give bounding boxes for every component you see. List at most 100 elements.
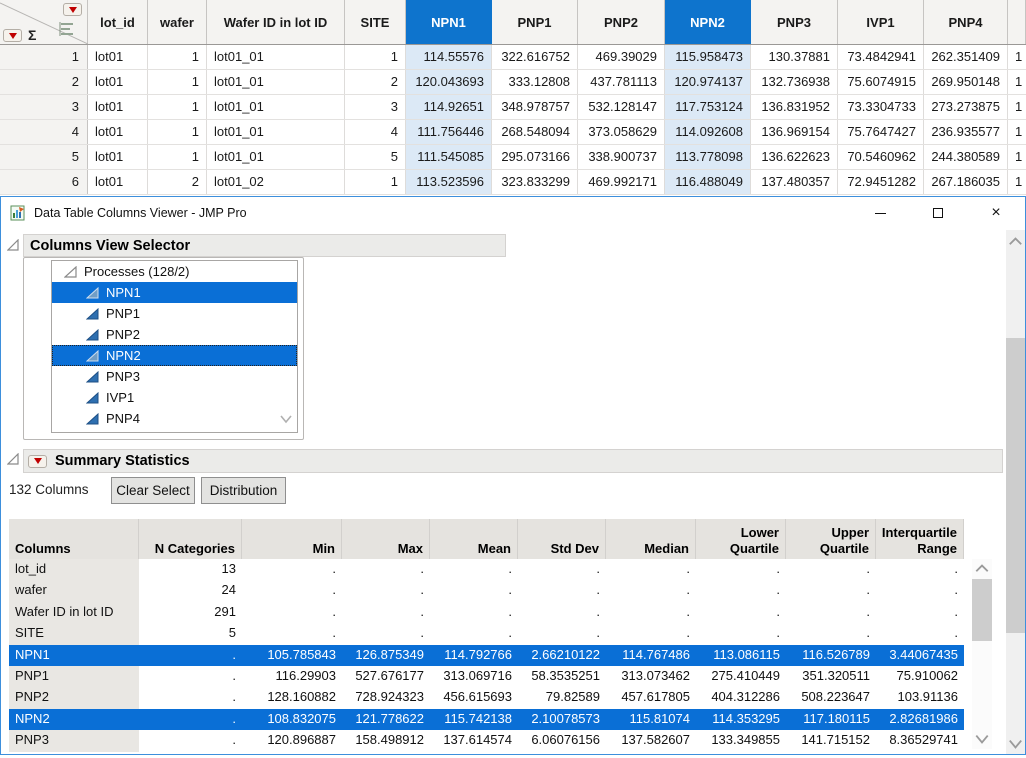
cell-PNP1[interactable]: 348.978757 [492, 95, 578, 119]
cell-NPN2[interactable]: 115.958473 [665, 45, 751, 69]
cell-NPN2[interactable]: 113.778098 [665, 145, 751, 169]
cell-SITE[interactable]: 5 [345, 145, 406, 169]
stats-header-Mean[interactable]: Mean [430, 519, 518, 559]
stats-row-PNP3[interactable]: PNP3.120.896887158.498912137.6145746.060… [9, 730, 964, 751]
cell-PNP2[interactable]: 373.058629 [578, 120, 665, 144]
cell-lot_id[interactable]: lot01 [88, 145, 148, 169]
cell-wafer[interactable]: 1 [148, 145, 207, 169]
minimize-button[interactable] [851, 197, 909, 229]
cell-wafer[interactable]: 2 [148, 170, 207, 194]
distribution-button[interactable]: Distribution [201, 477, 286, 504]
cell-lot_id[interactable]: lot01 [88, 95, 148, 119]
cell-SITE[interactable]: 2 [345, 70, 406, 94]
cell-Wafer ID in lot ID[interactable]: lot01_01 [207, 70, 345, 94]
stats-header-Max[interactable]: Max [342, 519, 430, 559]
columns-panel-icon[interactable] [58, 21, 75, 37]
cell-SITE[interactable]: 4 [345, 120, 406, 144]
cell-NPN1[interactable]: 120.043693 [406, 70, 492, 94]
stats-scroll-down-icon[interactable] [972, 731, 992, 747]
window-scrollbar[interactable] [1006, 230, 1025, 754]
grid-row-6[interactable]: 6lot012lot01_021113.523596323.833299469.… [0, 170, 1026, 195]
stats-scroll-up-icon[interactable] [972, 561, 992, 577]
stats-header-Std-Dev[interactable]: Std Dev [518, 519, 606, 559]
cell-NPN2[interactable]: 120.974137 [665, 70, 751, 94]
cell-PNP4[interactable]: 244.380589 [924, 145, 1008, 169]
rows-red-triangle-menu[interactable] [3, 29, 22, 42]
cell-IVP1[interactable]: 75.6074915 [838, 70, 924, 94]
grid-row-5[interactable]: 5lot011lot01_015111.545085295.073166338.… [0, 145, 1026, 170]
column-tree-listbox[interactable]: Processes (128/2) NPN1PNP1PNP2NPN2PNP3IV… [51, 260, 298, 433]
listbox-scroll-down-icon[interactable] [278, 412, 294, 426]
cell-PNP2[interactable]: 338.900737 [578, 145, 665, 169]
cell-Wafer ID in lot ID[interactable]: lot01_01 [207, 145, 345, 169]
column-header-IVP1[interactable]: IVP1 [838, 0, 924, 44]
cell-Wafer ID in lot ID[interactable]: lot01_01 [207, 95, 345, 119]
cell-PNP3[interactable]: 132.736938 [751, 70, 838, 94]
cell-wafer[interactable]: 1 [148, 70, 207, 94]
cell-PNP4[interactable]: 236.935577 [924, 120, 1008, 144]
cell-PNP1[interactable]: 323.833299 [492, 170, 578, 194]
grid-row-2[interactable]: 2lot011lot01_012120.043693333.12808437.7… [0, 70, 1026, 95]
cell-PNP2[interactable]: 469.39029 [578, 45, 665, 69]
cell-PNP4[interactable]: 262.351409 [924, 45, 1008, 69]
cell-NPN2[interactable]: 114.092608 [665, 120, 751, 144]
cell-PNP1[interactable]: 322.616752 [492, 45, 578, 69]
stats-table-scrollbar[interactable] [972, 559, 992, 749]
cell-NPN1[interactable]: 114.55576 [406, 45, 492, 69]
column-header-Wafer ID in lot ID[interactable]: Wafer ID in lot ID [207, 0, 345, 44]
summary-red-triangle-menu[interactable] [28, 455, 47, 468]
cell-NPN2[interactable]: 116.488049 [665, 170, 751, 194]
sigma-icon[interactable]: Σ [28, 27, 36, 43]
stats-header-Median[interactable]: Median [606, 519, 696, 559]
window-scroll-up-icon[interactable] [1006, 234, 1025, 250]
stats-header-Lower-Quartile[interactable]: Lower Quartile [696, 519, 786, 559]
cell-PNP3[interactable]: 136.969154 [751, 120, 838, 144]
table-red-triangle-menu[interactable] [63, 3, 82, 16]
grid-row-1[interactable]: 1lot011lot01_011114.55576322.616752469.3… [0, 45, 1026, 70]
stats-header-Interquartile-Range[interactable]: Interquartile Range [876, 519, 964, 559]
row-number[interactable]: 3 [0, 95, 88, 119]
stats-header-Columns[interactable]: Columns [9, 519, 139, 559]
column-header-PNP4[interactable]: PNP4 [924, 0, 1008, 44]
cell-PNP1[interactable]: 295.073166 [492, 145, 578, 169]
stats-row-Wafer-ID-in-lot-ID[interactable]: Wafer ID in lot ID291........ [9, 602, 964, 623]
cell-PNP2[interactable]: 437.781113 [578, 70, 665, 94]
stats-scrollbar-thumb[interactable] [972, 579, 992, 641]
cell-PNP2[interactable]: 469.992171 [578, 170, 665, 194]
window-titlebar[interactable]: Data Table Columns Viewer - JMP Pro × [1, 197, 1025, 229]
tree-item-PNP4[interactable]: PNP4 [52, 408, 297, 429]
column-header-NPN2[interactable]: NPN2 [665, 0, 751, 44]
row-number[interactable]: 2 [0, 70, 88, 94]
column-header-PNP3[interactable]: PNP3 [751, 0, 838, 44]
cell-IVP1[interactable]: 75.7647427 [838, 120, 924, 144]
stats-row-NPN1[interactable]: NPN1.105.785843126.875349114.7927662.662… [9, 645, 964, 666]
disclosure-open-icon[interactable] [64, 266, 77, 278]
tree-item-IVP1[interactable]: IVP1 [52, 387, 297, 408]
cell-wafer[interactable]: 1 [148, 95, 207, 119]
cell-PNP4[interactable]: 273.273875 [924, 95, 1008, 119]
maximize-button[interactable] [909, 197, 967, 229]
cell-lot_id[interactable]: lot01 [88, 70, 148, 94]
cell-NPN2[interactable]: 117.753124 [665, 95, 751, 119]
cell-wafer[interactable]: 1 [148, 120, 207, 144]
selector-collapse-icon[interactable] [7, 239, 19, 251]
cell-IVP1[interactable]: 72.9451282 [838, 170, 924, 194]
cell-lot_id[interactable]: lot01 [88, 170, 148, 194]
stats-header-Upper-Quartile[interactable]: Upper Quartile [786, 519, 876, 559]
row-number[interactable]: 1 [0, 45, 88, 69]
column-header-NPN1[interactable]: NPN1 [406, 0, 492, 44]
tree-item-PNP2[interactable]: PNP2 [52, 324, 297, 345]
cell-PNP1[interactable]: 333.12808 [492, 70, 578, 94]
row-number[interactable]: 6 [0, 170, 88, 194]
stats-row-PNP2[interactable]: PNP2.128.160882728.924323456.61569379.82… [9, 687, 964, 708]
cell-Wafer ID in lot ID[interactable]: lot01_02 [207, 170, 345, 194]
cell-Wafer ID in lot ID[interactable]: lot01_01 [207, 120, 345, 144]
summary-collapse-icon[interactable] [7, 453, 19, 465]
grid-row-3[interactable]: 3lot011lot01_013114.92651348.978757532.1… [0, 95, 1026, 120]
cell-PNP2[interactable]: 532.128147 [578, 95, 665, 119]
cell-wafer[interactable]: 1 [148, 45, 207, 69]
column-header-PNP1[interactable]: PNP1 [492, 0, 578, 44]
stats-header-N-Categories[interactable]: N Categories [139, 519, 242, 559]
tree-item-PNP3[interactable]: PNP3 [52, 366, 297, 387]
cell-IVP1[interactable]: 73.3304733 [838, 95, 924, 119]
